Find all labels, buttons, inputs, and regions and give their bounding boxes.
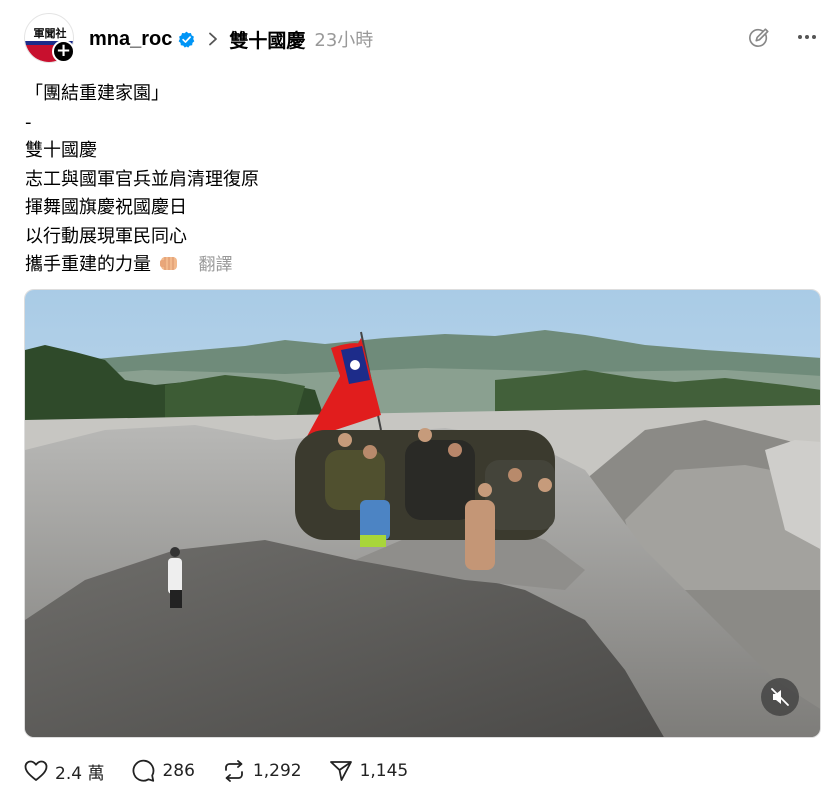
post-line: 以行動展現軍民同心 (25, 225, 187, 247)
post-line: 揮舞國旗慶祝國慶日 (25, 197, 187, 218)
post-time: 23小時 (314, 30, 374, 51)
mute-icon (771, 688, 789, 706)
post-last-line: 攜手重建的力量 翻譯 (25, 251, 259, 280)
post-line: 志工與國軍官兵並肩清理復原 (25, 168, 259, 190)
topic-tag[interactable]: 雙十國慶 (229, 26, 305, 53)
like-button[interactable]: 2.4 萬 (23, 758, 104, 784)
like-count: 2.4 萬 (55, 763, 105, 784)
comment-icon (133, 759, 155, 782)
chevron-right-icon (209, 32, 218, 46)
share-icon (329, 761, 352, 781)
mute-button[interactable] (761, 678, 799, 716)
fist-bump-emoji (159, 257, 177, 270)
translate-link[interactable]: 翻譯 (198, 255, 232, 275)
repost-button[interactable]: 1,292 (221, 758, 302, 784)
repost-count: 1,292 (252, 761, 302, 781)
post-header: mna_roc 雙十國慶 23小時 (89, 25, 373, 53)
post-video[interactable] (24, 289, 821, 738)
share-count: 1,145 (359, 761, 409, 781)
post-line: 「團結重建家園」 (25, 83, 169, 104)
comment-count: 286 (162, 761, 195, 781)
heart-icon (24, 760, 48, 781)
more-icon[interactable] (797, 30, 817, 44)
verified-icon (179, 31, 195, 48)
post-line: 攜手重建的力量 (25, 254, 151, 275)
post-body: 「團結重建家園」 - 雙十國慶 志工與國軍官兵並肩清理復原 揮舞國旗慶祝國慶日 … (25, 80, 259, 280)
comment-button[interactable]: 286 (130, 758, 195, 784)
edit-icon[interactable] (748, 26, 770, 48)
post-line: - (25, 111, 32, 133)
action-bar: 2.4 萬 286 1,292 1,145 (23, 757, 434, 785)
username[interactable]: mna_roc (89, 28, 172, 51)
video-frame (25, 290, 820, 737)
follow-plus-icon[interactable]: + (52, 40, 75, 63)
share-button[interactable]: 1,145 (328, 758, 409, 784)
repost-icon (225, 760, 243, 782)
post-line: 雙十國慶 (25, 140, 97, 161)
avatar-logo-text: 軍聞社 (34, 26, 67, 40)
